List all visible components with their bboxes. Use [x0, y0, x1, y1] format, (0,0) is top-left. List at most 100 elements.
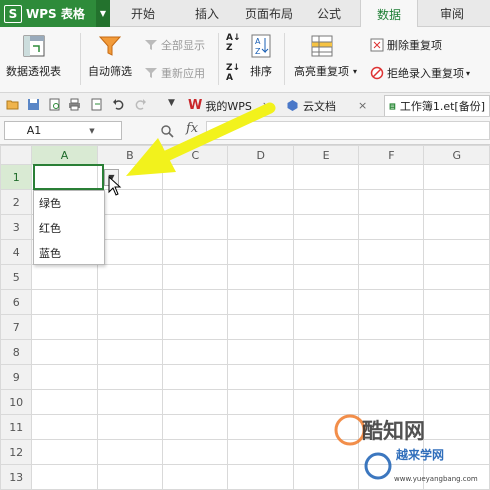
row-header[interactable]: 7 — [0, 314, 33, 340]
tab-home[interactable]: 开始 — [118, 0, 168, 27]
dropdown-option-green[interactable]: 绿色 — [34, 191, 104, 216]
row-header[interactable]: 1 — [0, 164, 33, 190]
cell-d6[interactable] — [227, 289, 294, 315]
chevron-down-icon[interactable]: ▼ — [63, 127, 121, 135]
cell-f7[interactable] — [358, 314, 425, 340]
cell-d11[interactable] — [227, 414, 294, 440]
name-box[interactable]: A1 ▼ — [4, 121, 122, 140]
cell-d1[interactable] — [227, 164, 294, 190]
close-icon[interactable]: × — [262, 99, 271, 112]
highlight-duplicates-button[interactable]: 高亮重复项 — [294, 33, 349, 79]
cell-g1[interactable] — [423, 164, 490, 190]
cell-c5[interactable] — [162, 264, 229, 290]
redo-icon[interactable] — [134, 98, 147, 111]
tab-data[interactable]: 数据 — [360, 0, 418, 28]
cell-c12[interactable] — [162, 439, 229, 465]
dropdown-option-red[interactable]: 红色 — [34, 216, 104, 241]
cell-a13[interactable] — [31, 464, 98, 490]
cell-d8[interactable] — [227, 339, 294, 365]
save-icon[interactable] — [27, 98, 40, 111]
cell-d5[interactable] — [227, 264, 294, 290]
cell-c3[interactable] — [162, 214, 229, 240]
cell-f1[interactable] — [358, 164, 425, 190]
fx-icon[interactable]: fx — [186, 121, 198, 136]
cell-d2[interactable] — [227, 189, 294, 215]
cell-a5[interactable] — [31, 264, 98, 290]
cell-g9[interactable] — [423, 364, 490, 390]
cell-b11[interactable] — [96, 414, 164, 440]
pivot-table-button[interactable]: 数据透视表 — [6, 33, 61, 79]
reject-duplicates-button[interactable]: 拒绝录入重复项 ▾ — [370, 65, 470, 81]
row-header[interactable]: 2 — [0, 189, 33, 215]
print-icon[interactable] — [68, 98, 81, 111]
chevron-down-icon[interactable]: ▾ — [466, 69, 470, 78]
cell-a8[interactable] — [31, 339, 98, 365]
row-header[interactable]: 12 — [0, 439, 33, 465]
cell-c8[interactable] — [162, 339, 229, 365]
cell-g7[interactable] — [423, 314, 490, 340]
doc-tab-cloud[interactable]: 云文档 × — [286, 95, 367, 116]
cell-a12[interactable] — [31, 439, 98, 465]
column-header-g[interactable]: G — [423, 145, 490, 165]
cell-d4[interactable] — [227, 239, 294, 265]
row-header[interactable]: 8 — [0, 339, 33, 365]
cell-b10[interactable] — [96, 389, 164, 415]
column-header-c[interactable]: C — [162, 145, 229, 165]
cell-f4[interactable] — [358, 239, 425, 265]
cell-d13[interactable] — [227, 464, 294, 490]
cell-d9[interactable] — [227, 364, 294, 390]
close-icon[interactable]: × — [358, 99, 367, 112]
formula-input[interactable] — [206, 121, 490, 140]
row-header[interactable]: 10 — [0, 389, 33, 415]
cell-b13[interactable] — [96, 464, 164, 490]
app-menu-button[interactable]: S WPS 表格 ▼ — [0, 0, 110, 27]
cell-a6[interactable] — [31, 289, 98, 315]
cell-c4[interactable] — [162, 239, 229, 265]
cell-g8[interactable] — [423, 339, 490, 365]
cell-f2[interactable] — [358, 189, 425, 215]
folder-icon[interactable] — [6, 98, 19, 111]
cell-e3[interactable] — [292, 214, 360, 240]
remove-duplicates-button[interactable]: 删除重复项 — [370, 37, 442, 53]
doc-tab-my-wps[interactable]: W 我的WPS × — [188, 95, 271, 116]
cell-c6[interactable] — [162, 289, 229, 315]
cell-e8[interactable] — [292, 339, 360, 365]
cell-g5[interactable] — [423, 264, 490, 290]
cell-e9[interactable] — [292, 364, 360, 390]
reapply-button[interactable]: 重新应用 — [144, 65, 205, 81]
cell-c7[interactable] — [162, 314, 229, 340]
tab-formula[interactable]: 公式 — [307, 0, 351, 27]
cell-f8[interactable] — [358, 339, 425, 365]
dropdown-option-blue[interactable]: 蓝色 — [34, 241, 104, 266]
cell-c1[interactable] — [162, 164, 229, 190]
column-header-e[interactable]: E — [292, 145, 360, 165]
sort-desc-icon[interactable]: Z↓ A — [226, 63, 240, 83]
cell-g4[interactable] — [423, 239, 490, 265]
cell-e5[interactable] — [292, 264, 360, 290]
row-header[interactable]: 3 — [0, 214, 33, 240]
cell-c10[interactable] — [162, 389, 229, 415]
sort-button[interactable]: A Z 排序 — [248, 33, 274, 79]
tab-review[interactable]: 审阅 — [426, 0, 478, 27]
undo-icon[interactable] — [112, 98, 125, 111]
row-header[interactable]: 13 — [0, 464, 33, 490]
cell-g2[interactable] — [423, 189, 490, 215]
tab-insert[interactable]: 插入 — [182, 0, 232, 27]
cell-e4[interactable] — [292, 239, 360, 265]
doc-tab-workbook[interactable]: 工作簿1.et[备份] — [384, 95, 490, 116]
cell-f6[interactable] — [358, 289, 425, 315]
zoom-icon[interactable] — [160, 124, 174, 138]
row-header[interactable]: 5 — [0, 264, 33, 290]
cell-b6[interactable] — [96, 289, 164, 315]
column-header-f[interactable]: F — [358, 145, 425, 165]
cell-d10[interactable] — [227, 389, 294, 415]
cell-g3[interactable] — [423, 214, 490, 240]
cell-c13[interactable] — [162, 464, 229, 490]
cell-b4[interactable] — [96, 239, 164, 265]
cell-a7[interactable] — [31, 314, 98, 340]
cell-d12[interactable] — [227, 439, 294, 465]
tab-page-layout[interactable]: 页面布局 — [238, 0, 300, 27]
cell-g6[interactable] — [423, 289, 490, 315]
cell-a10[interactable] — [31, 389, 98, 415]
cell-f9[interactable] — [358, 364, 425, 390]
